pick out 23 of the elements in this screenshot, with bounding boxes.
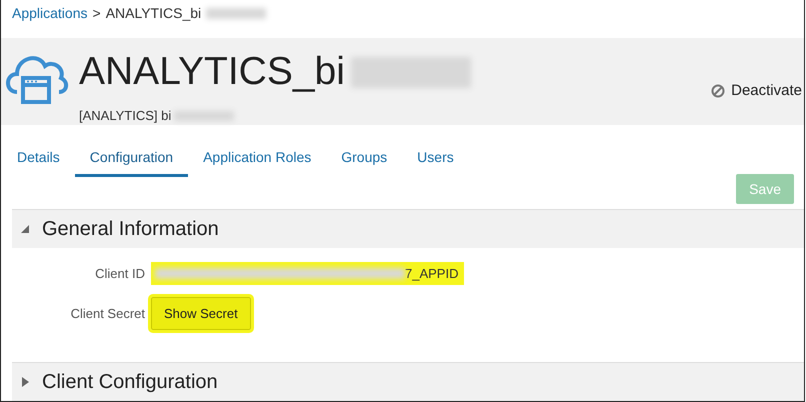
field-label: Client ID xyxy=(94,266,145,281)
collapse-triangle-icon xyxy=(20,224,30,234)
expand-triangle-icon xyxy=(20,377,30,387)
breadcrumb-separator: > xyxy=(92,5,101,22)
tab[interactable]: Details xyxy=(12,143,75,177)
tab[interactable]: Configuration xyxy=(74,143,188,177)
tab[interactable]: Application Roles xyxy=(188,143,326,177)
page-title: ANALYTICS_bi xyxy=(79,50,345,94)
section-header[interactable]: Client Configuration xyxy=(12,362,804,401)
section-title: Client Configuration xyxy=(42,370,218,394)
show-secret-button[interactable]: Show Secret xyxy=(151,297,251,330)
breadcrumb-current: ANALYTICS_bi xyxy=(106,5,202,22)
breadcrumb-link[interactable]: Applications xyxy=(12,5,88,22)
tab[interactable]: Users xyxy=(402,143,469,177)
deactivate-button[interactable]: Deactivate xyxy=(711,82,802,100)
field-value: 7_APPID xyxy=(405,266,458,281)
section-title: General Information xyxy=(42,218,219,240)
tab[interactable]: Groups xyxy=(326,143,402,177)
page-subtitle: [ANALYTICS] bi xyxy=(79,108,172,124)
field-label: Client Secret xyxy=(70,306,145,321)
section-header[interactable]: General Information xyxy=(12,209,804,248)
blurred-text xyxy=(206,8,266,19)
prohibited-icon xyxy=(711,84,726,98)
